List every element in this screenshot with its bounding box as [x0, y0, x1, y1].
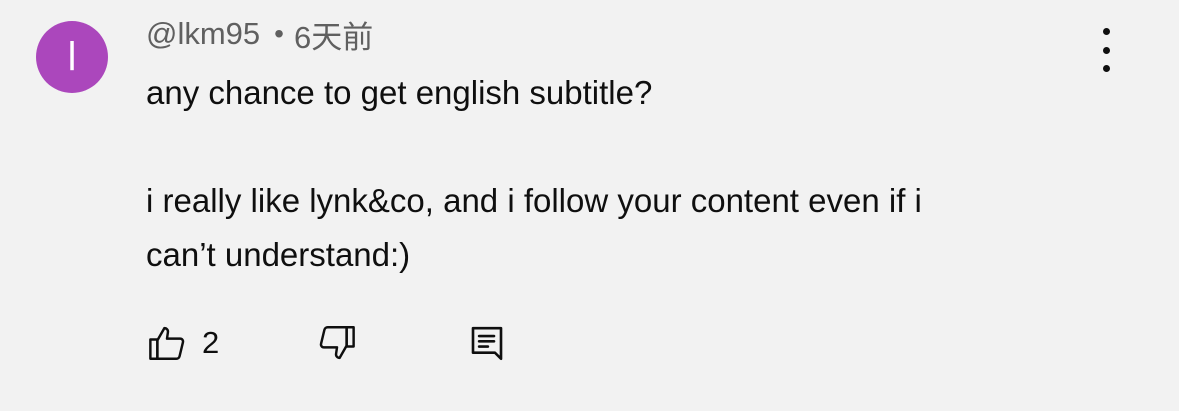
- comment-item: l @lkm95 • 6天前 any chance to get english…: [0, 0, 1179, 411]
- comment-text-line: can’t understand:): [146, 236, 411, 273]
- comment-actions: 2: [146, 320, 546, 366]
- more-vertical-icon: [1102, 65, 1110, 72]
- thumbs-down-icon: [316, 322, 358, 364]
- comment-text: any chance to get english subtitle? i re…: [146, 66, 1096, 282]
- author-handle[interactable]: @lkm95: [146, 16, 260, 52]
- comment-reply-icon: [466, 322, 508, 364]
- comment-text-line: i really like lynk&co, and i follow your…: [146, 182, 922, 219]
- separator-dot: •: [274, 18, 284, 49]
- like-button[interactable]: 2: [146, 320, 219, 366]
- dislike-button[interactable]: [316, 320, 358, 366]
- thumbs-up-icon: [146, 322, 188, 364]
- reply-button[interactable]: [466, 320, 508, 366]
- more-vertical-icon: [1102, 28, 1110, 35]
- avatar-letter: l: [66, 35, 78, 79]
- more-options-button[interactable]: [1090, 28, 1122, 72]
- comment-text-line: any chance to get english subtitle?: [146, 74, 653, 111]
- like-count: 2: [202, 325, 220, 360]
- comment-header: @lkm95 • 6天前: [146, 12, 373, 57]
- more-vertical-icon: [1102, 46, 1110, 54]
- avatar[interactable]: l: [36, 21, 108, 93]
- comment-time[interactable]: 6天前: [294, 12, 373, 57]
